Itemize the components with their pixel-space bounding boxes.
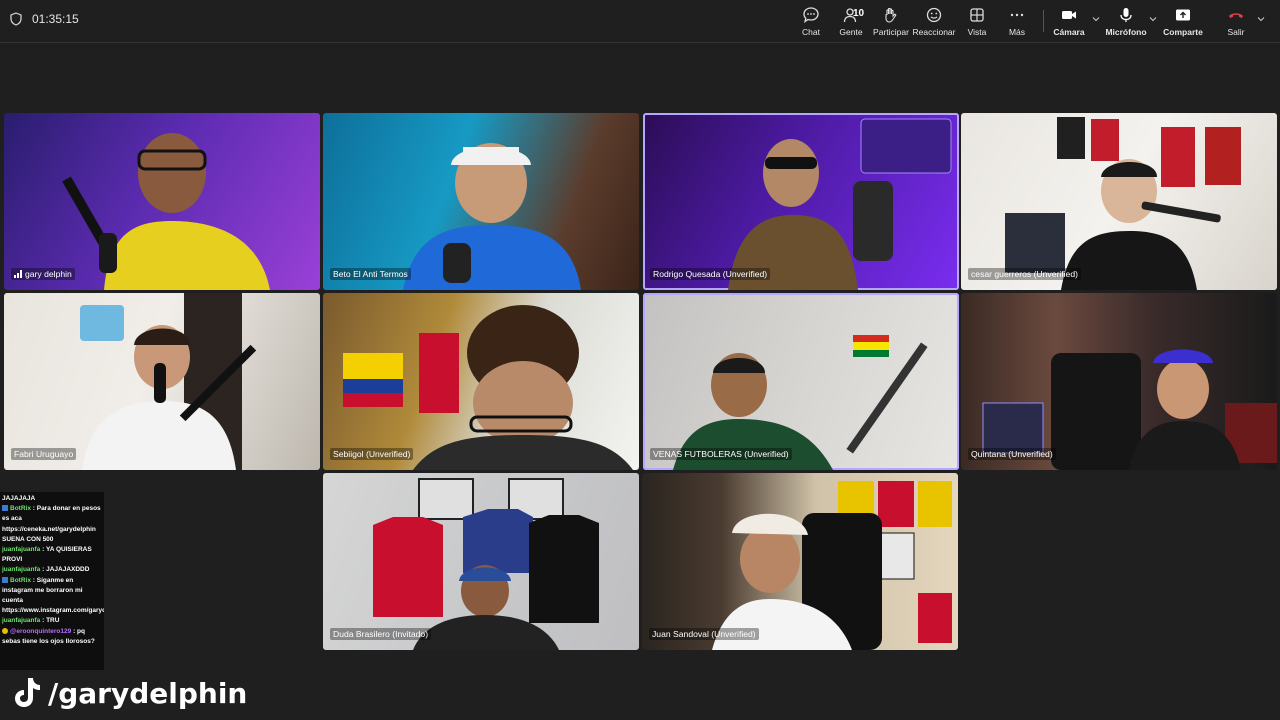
chat-message: juanfajuanfa : JAJAJAXDDD xyxy=(2,566,90,574)
participant-name: VENAS FUTBOLERAS (Unverified) xyxy=(650,448,792,460)
meeting-timer: 01:35:15 xyxy=(10,12,79,26)
leave-label: Salir xyxy=(1227,27,1245,37)
video-tile[interactable]: Duda Brasilero (Invitado) xyxy=(323,473,639,650)
chat-message: BotRix : Para donar en pesos es aca http… xyxy=(2,505,101,543)
participant-video xyxy=(712,481,952,650)
chat-message: JAJAJAJA xyxy=(2,495,36,502)
stream-chat-overlay: JAJAJAJA BotRix : Para donar en pesos es… xyxy=(0,492,104,670)
watermark-handle: /garydelphin xyxy=(48,676,248,710)
hang-up-icon xyxy=(1229,13,1243,18)
hand-icon xyxy=(885,7,897,23)
participant-video xyxy=(403,143,581,290)
camera-button[interactable]: Cámara xyxy=(1047,6,1091,40)
participant-name: Duda Brasilero (Invitado) xyxy=(330,628,432,640)
signal-bars-icon xyxy=(14,270,22,278)
video-tile[interactable]: cesar guerreros (Unverified) xyxy=(961,113,1277,290)
chat-message: juanfajuanfa : TRU xyxy=(2,617,60,625)
raise-hand-label: Participar xyxy=(873,27,909,37)
more-label: Más xyxy=(1008,27,1026,37)
chat-message: juanfajuanfa : YA QUISIERAS PROVI xyxy=(2,546,92,564)
microphone-options-chevron-icon[interactable] xyxy=(1149,15,1157,23)
participant-name: Juan Sandoval (Unverified) xyxy=(649,628,759,640)
participant-video xyxy=(62,133,270,290)
microphone-label: Micrófono xyxy=(1105,27,1147,37)
video-tile[interactable]: Quintana (Unverified) xyxy=(961,293,1277,470)
video-tile[interactable]: Sebiigol (Unverified) xyxy=(323,293,639,470)
timer-text: 01:35:15 xyxy=(32,12,79,26)
video-tile[interactable]: Beto El Anti Termos xyxy=(323,113,639,290)
raise-hand-button[interactable]: Participar xyxy=(869,6,913,40)
tiktok-logo-icon xyxy=(15,678,40,707)
people-count: 10 xyxy=(853,8,865,19)
video-tile-active-speaker[interactable]: Rodrigo Quesada (Unverified) xyxy=(643,113,959,290)
bot-badge-icon xyxy=(2,576,8,583)
camera-options-chevron-icon[interactable] xyxy=(1092,15,1100,23)
toolbar-divider xyxy=(1043,10,1044,32)
view-label: Vista xyxy=(967,27,987,37)
react-button[interactable]: Reaccionar xyxy=(912,6,956,40)
video-tile-active-speaker[interactable]: VENAS FUTBOLERAS (Unverified) xyxy=(643,293,959,470)
shield-icon xyxy=(10,12,22,26)
chat-message: @eroonquintero129 : pq sebas tiene los o… xyxy=(2,627,95,645)
microphone-button[interactable]: Micrófono xyxy=(1104,6,1148,40)
participant-name: Quintana (Unverified) xyxy=(968,448,1056,460)
leave-options-chevron-icon[interactable] xyxy=(1257,15,1265,23)
view-button[interactable]: Vista xyxy=(955,6,999,40)
participant-video xyxy=(373,478,599,650)
video-tile[interactable]: gary delphin xyxy=(4,113,320,290)
react-label: Reaccionar xyxy=(912,27,956,37)
chat-button[interactable]: Chat xyxy=(789,6,833,40)
participant-name: Rodrigo Quesada (Unverified) xyxy=(650,268,771,280)
leave-button[interactable]: Salir xyxy=(1214,6,1258,40)
camera-icon xyxy=(1062,11,1076,19)
smiley-icon xyxy=(926,7,942,23)
tiktok-watermark: /garydelphin xyxy=(12,676,247,710)
bot-badge-icon xyxy=(2,505,8,512)
participant-name: Fabri Uruguayo xyxy=(11,448,77,460)
grid-view-icon xyxy=(970,8,984,22)
participant-name: gary delphin xyxy=(11,268,75,280)
share-label: Comparte xyxy=(1163,27,1203,37)
microphone-icon xyxy=(1120,8,1132,22)
meeting-toolbar: 01:35:15 Chat 10 Gente Participar Reacci… xyxy=(0,0,1280,43)
user-badge-icon xyxy=(2,627,8,634)
chat-label: Chat xyxy=(802,27,820,37)
participant-video xyxy=(982,349,1277,470)
more-icon xyxy=(1010,13,1024,17)
people-button[interactable]: 10 Gente xyxy=(829,6,873,40)
camera-label: Cámara xyxy=(1053,27,1085,37)
participant-name: Sebiigol (Unverified) xyxy=(330,448,414,460)
people-label: Gente xyxy=(839,27,863,37)
video-tile[interactable]: Fabri Uruguayo xyxy=(4,293,320,470)
participant-video xyxy=(1005,117,1241,290)
share-screen-icon xyxy=(1176,9,1190,21)
participant-video xyxy=(343,305,633,470)
participant-video xyxy=(673,335,928,470)
share-button[interactable]: Comparte xyxy=(1161,6,1205,40)
more-button[interactable]: Más xyxy=(995,6,1039,40)
video-tile[interactable]: Juan Sandoval (Unverified) xyxy=(642,473,958,650)
participant-name: cesar guerreros (Unverified) xyxy=(968,268,1081,280)
chat-message: BotRix : Síganme en instagram me borraro… xyxy=(2,576,104,615)
chat-icon xyxy=(803,7,819,23)
participant-video xyxy=(80,293,257,470)
participant-name: Beto El Anti Termos xyxy=(330,268,411,280)
participant-video xyxy=(728,118,952,290)
